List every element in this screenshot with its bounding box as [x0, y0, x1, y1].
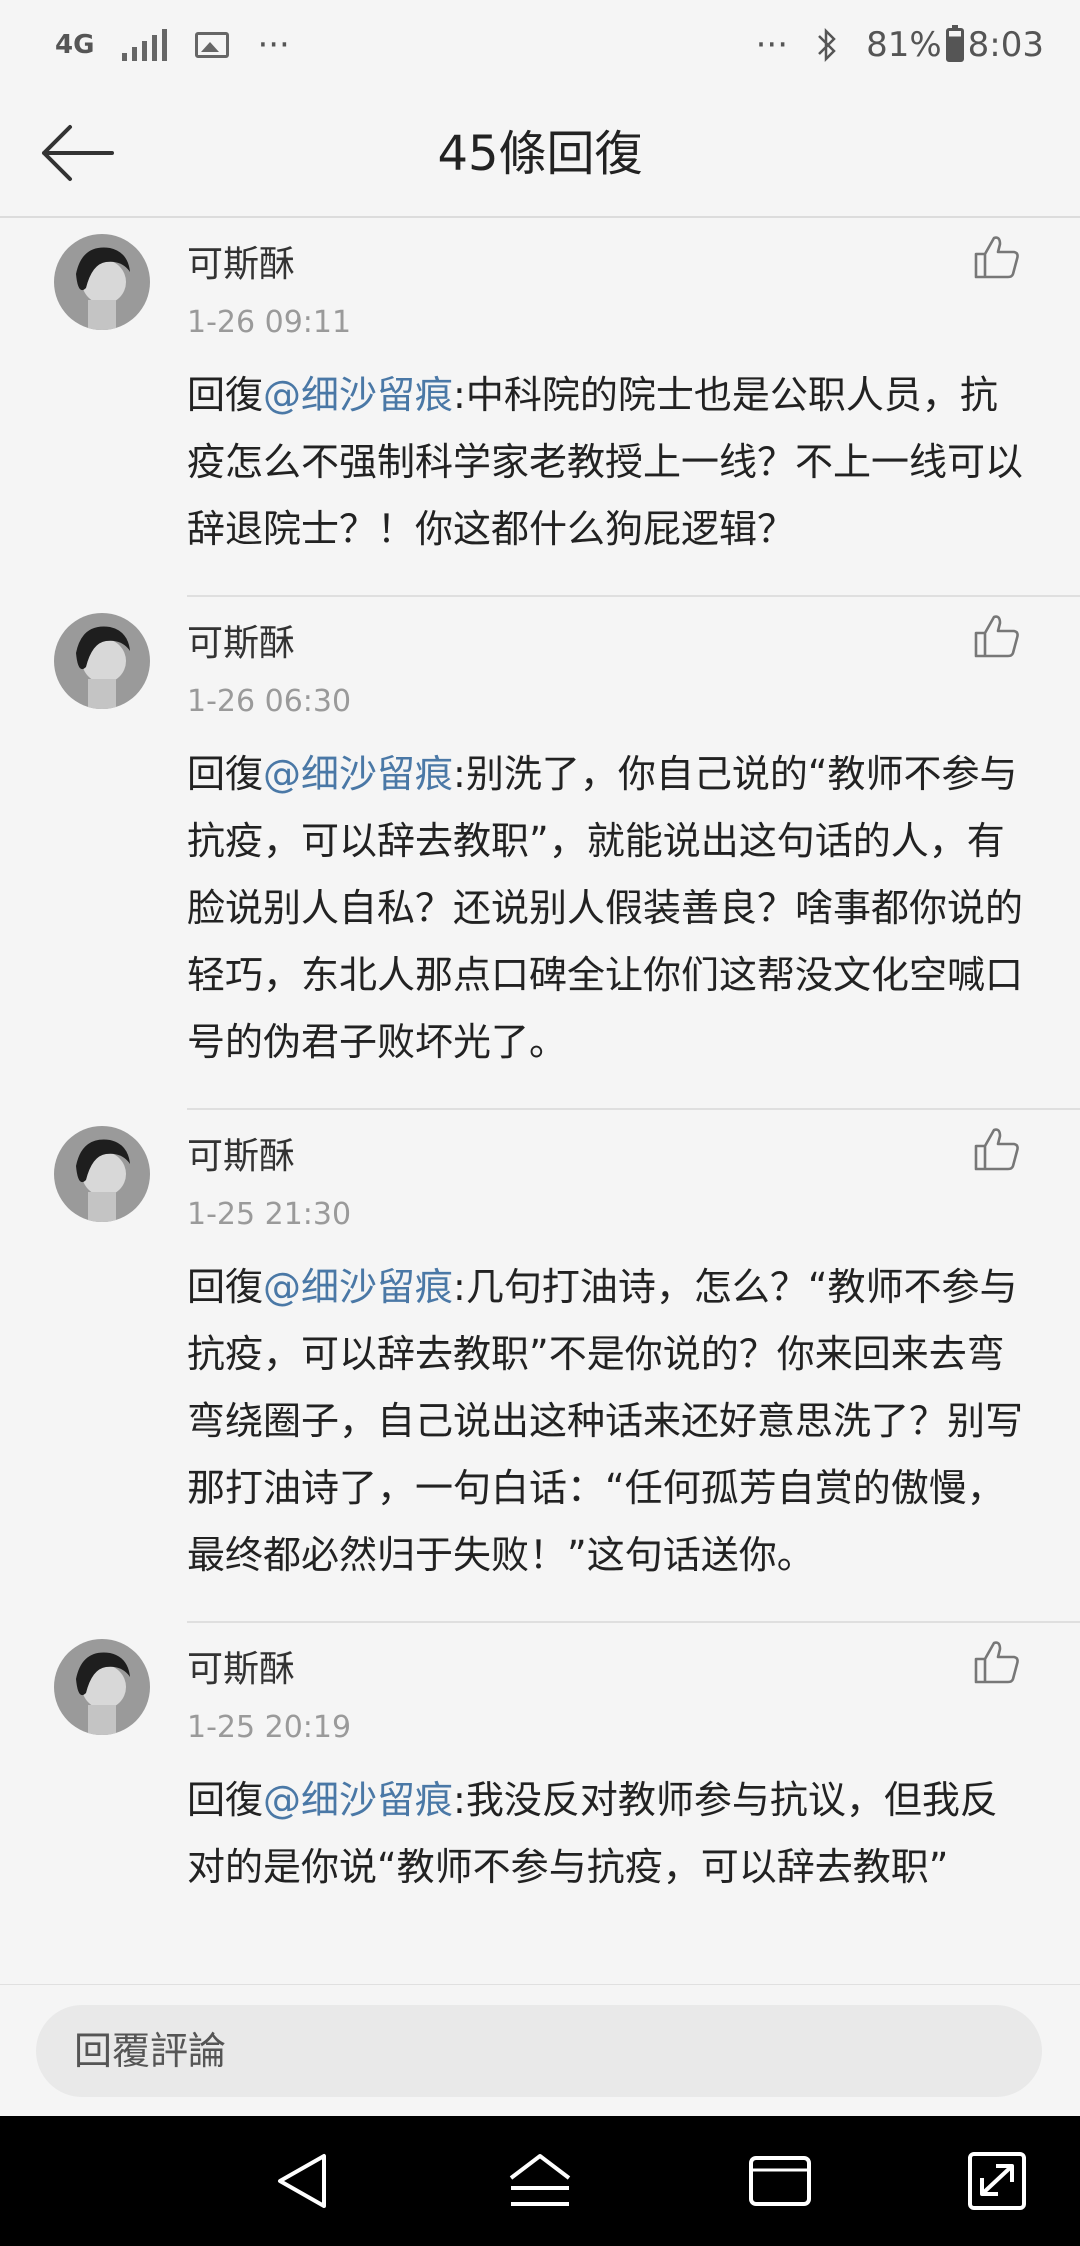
header: 45條回復: [0, 90, 1080, 218]
comment-item[interactable]: 可斯酥 1-26 06:30 回復@细沙留痕:别洗了，你自己说的“教师不参与抗疫…: [0, 597, 1080, 1110]
mention-link[interactable]: @细沙留痕: [263, 1265, 453, 1309]
status-left: 4G ···: [55, 25, 290, 65]
comment-time: 1-25 20:19: [187, 1710, 352, 1745]
reply-prefix: 回復: [187, 1778, 264, 1822]
avatar[interactable]: [54, 1126, 150, 1222]
home-icon: [509, 2154, 571, 2206]
comment-author[interactable]: 可斯酥: [187, 238, 1030, 292]
nav-back-button[interactable]: [268, 2148, 338, 2214]
clock: 8:03: [967, 25, 1044, 65]
network-type: 4G: [55, 30, 95, 60]
comment-time: 1-26 09:11: [187, 305, 352, 340]
reply-prefix: 回復: [187, 752, 264, 796]
avatar[interactable]: [54, 234, 150, 330]
comment-item[interactable]: 可斯酥 1-26 09:11 回復@细沙留痕:中科院的院士也是公职人员，抗疫怎么…: [0, 218, 1080, 597]
comment-text: :几句打油诗，怎么？“教师不参与抗疫，可以辞去教职”不是你说的？你来回来去弯弯绕…: [187, 1265, 1024, 1577]
mention-link[interactable]: @细沙留痕: [263, 373, 453, 417]
comment-author[interactable]: 可斯酥: [187, 1130, 1030, 1184]
comment-time: 1-26 06:30: [187, 684, 352, 719]
more-notifications-icon: ···: [257, 25, 290, 65]
thumbs-up-icon: [974, 1641, 1019, 1684]
thumbs-up-icon: [974, 236, 1019, 279]
like-button[interactable]: [972, 1124, 1022, 1174]
avatar[interactable]: [54, 1639, 150, 1735]
mention-link[interactable]: @细沙留痕: [263, 752, 453, 796]
comment-body: 回復@细沙留痕:我没反对教师参与抗议，但我反对的是你说“教师不参与抗疫，可以辞去…: [187, 1767, 1030, 1901]
recent-apps-icon: [749, 2156, 811, 2206]
comment-body: 回復@细沙留痕:中科院的院士也是公职人员，抗疫怎么不强制科学家老教授上一线？不上…: [187, 362, 1030, 563]
page-title: 45條回復: [437, 126, 643, 182]
comment-body: 回復@细沙留痕:别洗了，你自己说的“教师不参与抗疫，可以辞去教职”，就能说出这句…: [187, 741, 1030, 1076]
status-bar: 4G ··· ··· 81% 8:03: [0, 0, 1080, 90]
like-button[interactable]: [972, 1637, 1022, 1687]
like-button[interactable]: [972, 232, 1022, 282]
comment-time: 1-25 21:30: [187, 1197, 352, 1232]
comment-item[interactable]: 可斯酥 1-25 21:30 回復@细沙留痕:几句打油诗，怎么？“教师不参与抗疫…: [0, 1110, 1080, 1623]
image-notification-icon: [195, 32, 230, 58]
like-button[interactable]: [972, 611, 1022, 661]
comment-author[interactable]: 可斯酥: [187, 617, 1030, 671]
comment-body: 回復@细沙留痕:几句打油诗，怎么？“教师不参与抗疫，可以辞去教职”不是你说的？你…: [187, 1254, 1030, 1589]
thumbs-up-icon: [974, 615, 1019, 658]
mention-link[interactable]: @细沙留痕: [263, 1778, 453, 1822]
comment-text: :别洗了，你自己说的“教师不参与抗疫，可以辞去教职”，就能说出这句话的人，有脸说…: [187, 752, 1024, 1064]
nav-expand-button[interactable]: [962, 2148, 1032, 2214]
reply-input[interactable]: 回覆評論: [36, 2005, 1042, 2097]
status-right: ··· 81% 8:03: [756, 25, 1044, 65]
reply-prefix: 回復: [187, 373, 264, 417]
comment-list[interactable]: 可斯酥 1-26 09:11 回復@细沙留痕:中科院的院士也是公职人员，抗疫怎么…: [0, 218, 1080, 1984]
reply-bar: 回覆評論: [0, 1984, 1080, 2116]
battery-percent: 81%: [866, 25, 942, 65]
nav-home-button[interactable]: [505, 2148, 575, 2214]
nav-recent-button[interactable]: [745, 2148, 815, 2214]
comment-item[interactable]: 可斯酥 1-25 20:19 回復@细沙留痕:我没反对教师参与抗议，但我反对的是…: [0, 1623, 1080, 1935]
avatar[interactable]: [54, 613, 150, 709]
signal-icon: [122, 29, 168, 61]
reply-prefix: 回復: [187, 1265, 264, 1309]
more-status-icon: ···: [755, 25, 789, 65]
comment-author[interactable]: 可斯酥: [187, 1643, 1030, 1697]
battery-icon: [945, 25, 964, 62]
triangle-back-icon: [278, 2154, 326, 2208]
navigation-bar: [0, 2116, 1080, 2246]
bluetooth-icon: [818, 27, 836, 63]
expand-icon: [968, 2152, 1026, 2210]
thumbs-up-icon: [974, 1128, 1019, 1171]
